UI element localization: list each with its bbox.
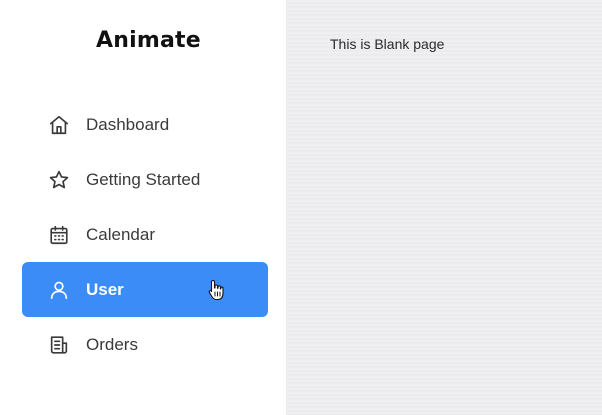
calendar-icon (47, 223, 71, 247)
sidebar: Animate Dashboard Getting Started Calend… (0, 0, 286, 415)
app-logo: Animate (96, 28, 201, 53)
sidebar-item-calendar[interactable]: Calendar (22, 207, 268, 262)
star-icon (47, 168, 71, 192)
sidebar-item-getting-started[interactable]: Getting Started (22, 152, 268, 207)
app-root: Animate Dashboard Getting Started Calend… (0, 0, 602, 415)
home-icon (47, 113, 71, 137)
sidebar-item-label: Calendar (86, 224, 155, 244)
blank-page-text: This is Blank page (330, 36, 445, 52)
orders-icon (47, 333, 71, 357)
hand-cursor-icon (208, 279, 224, 301)
sidebar-nav: Dashboard Getting Started Calendar User (22, 97, 268, 372)
main-content: This is Blank page (286, 0, 602, 415)
sidebar-item-label: User (86, 279, 124, 299)
sidebar-item-label: Getting Started (86, 169, 201, 189)
sidebar-item-dashboard[interactable]: Dashboard (22, 97, 268, 152)
sidebar-item-orders[interactable]: Orders (22, 317, 268, 372)
sidebar-item-label: Orders (86, 334, 138, 354)
user-icon (47, 278, 71, 302)
sidebar-item-label: Dashboard (86, 114, 170, 134)
sidebar-item-user[interactable]: User (22, 262, 268, 317)
